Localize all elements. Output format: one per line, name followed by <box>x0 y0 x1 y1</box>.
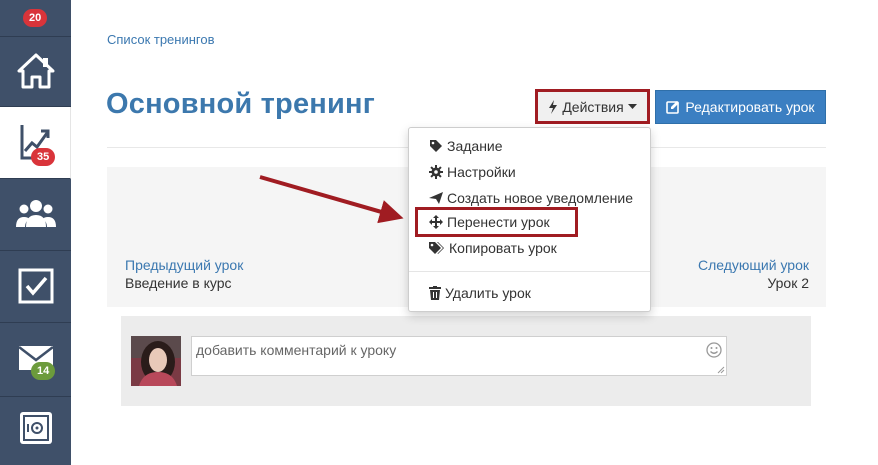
sidebar-item-users[interactable] <box>0 179 71 251</box>
menu-item-create-notification[interactable]: Создать новое уведомление <box>429 190 633 206</box>
sidebar-item-messages[interactable]: 14 <box>0 323 71 397</box>
menu-item-delete-lesson[interactable]: Удалить урок <box>429 285 531 301</box>
lightning-icon <box>549 99 558 114</box>
tags-icon <box>429 242 444 254</box>
sidebar-top[interactable]: 20 <box>0 0 71 37</box>
move-icon <box>429 215 443 229</box>
menu-item-settings[interactable]: Настройки <box>429 164 516 180</box>
edit-button-label: Редактировать урок <box>685 99 815 115</box>
previous-lesson-title: Введение в курс <box>125 275 232 291</box>
menu-item-task-label: Задание <box>447 138 503 154</box>
actions-button-label: Действия <box>562 98 624 115</box>
actions-dropdown-button[interactable]: Действия <box>535 89 650 124</box>
sidebar-item-home[interactable] <box>0 37 71 107</box>
next-lesson-title: Урок 2 <box>767 275 809 291</box>
edit-icon <box>666 101 680 114</box>
home-icon <box>17 53 54 89</box>
trainings-badge: 35 <box>31 148 56 166</box>
comment-section: добавить комментарий к уроку <box>121 316 811 406</box>
menu-item-move-lesson[interactable]: Перенести урок <box>429 214 550 230</box>
messages-badge: 14 <box>31 362 56 380</box>
menu-item-task[interactable]: Задание <box>429 138 503 154</box>
comment-input[interactable]: добавить комментарий к уроку <box>191 336 727 376</box>
menu-divider <box>409 271 650 272</box>
notification-badge: 20 <box>23 9 48 27</box>
tag-icon <box>430 140 442 152</box>
breadcrumb-trainings-list[interactable]: Список тренингов <box>107 32 215 47</box>
menu-item-create-notification-label: Создать новое уведомление <box>447 190 633 206</box>
caret-down-icon <box>627 103 637 109</box>
sidebar-item-safe[interactable] <box>0 397 71 465</box>
sidebar: 20 35 14 <box>0 0 71 465</box>
menu-item-move-lesson-label: Перенести урок <box>447 214 550 230</box>
users-icon <box>15 200 56 227</box>
menu-item-delete-lesson-label: Удалить урок <box>445 285 531 301</box>
comment-placeholder: добавить комментарий к уроку <box>196 342 397 358</box>
avatar <box>131 336 181 386</box>
next-lesson-link[interactable]: Следующий урок <box>698 257 809 273</box>
menu-item-copy-lesson-label: Копировать урок <box>449 240 557 256</box>
menu-item-copy-lesson[interactable]: Копировать урок <box>429 240 557 256</box>
page-title: Основной тренинг <box>106 88 376 120</box>
previous-lesson-link[interactable]: Предыдущий урок <box>125 257 243 273</box>
safe-icon <box>19 412 52 444</box>
actions-dropdown-menu: Задание Настройки Создать новое уведомле… <box>408 127 651 312</box>
sidebar-item-trainings[interactable]: 35 <box>0 107 71 179</box>
resize-handle-icon[interactable] <box>717 366 725 374</box>
emoji-icon[interactable] <box>706 342 722 358</box>
gear-icon <box>429 165 443 179</box>
checkbox-icon <box>18 268 53 304</box>
sidebar-item-tasks[interactable] <box>0 251 71 323</box>
send-icon <box>429 192 443 204</box>
edit-lesson-button[interactable]: Редактировать урок <box>655 90 826 124</box>
trash-icon <box>429 286 441 300</box>
menu-item-settings-label: Настройки <box>447 164 516 180</box>
